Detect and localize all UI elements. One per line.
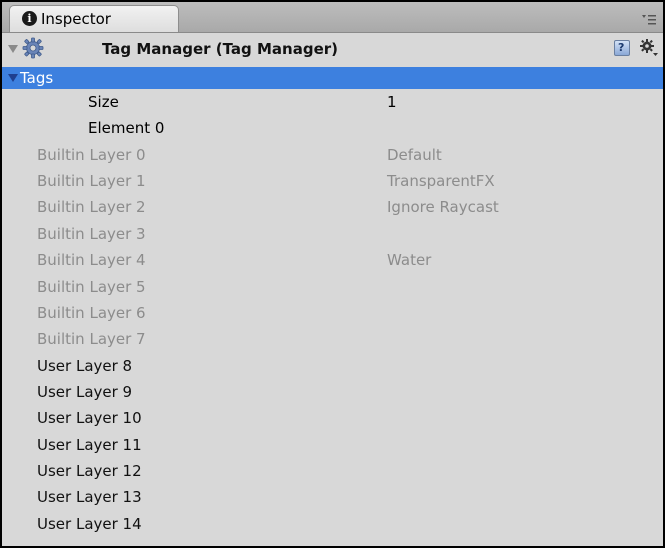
foldout-arrow-icon[interactable] [8,45,18,53]
tags-size-field[interactable]: 1 [387,89,397,115]
tags-label: Tags [20,69,54,87]
layer-value: Water [387,251,432,269]
layer-label: User Layer 14 [37,515,142,533]
tags-element-label: Element 0 [88,119,165,137]
layer-label: Builtin Layer 7 [37,330,146,348]
settings-gear-icon[interactable] [639,38,659,58]
tags-element-row[interactable]: Element 0 [2,115,663,141]
layer-label: User Layer 8 [37,357,133,375]
layer-row[interactable]: User Layer 12 [2,458,663,484]
layer-label: User Layer 10 [37,409,142,427]
tab-menu-icon[interactable] [641,12,657,26]
layer-row[interactable]: User Layer 14 [2,511,663,537]
layer-row: Builtin Layer 7 [2,326,663,352]
layer-row[interactable]: User Layer 9 [2,379,663,405]
layer-label: User Layer 12 [37,462,142,480]
layer-row[interactable]: User Layer 10 [2,405,663,431]
layer-label: User Layer 11 [37,436,142,454]
layer-label: Builtin Layer 2 [37,198,146,216]
tags-foldout-arrow-icon[interactable] [8,74,18,82]
tags-foldout[interactable]: Tags [2,67,663,89]
layer-row: Builtin Layer 1 TransparentFX [2,168,663,194]
layer-row[interactable]: User Layer 11 [2,432,663,458]
inspector-window: i Inspector Tag Manager (Tag Manager) ? … [0,0,665,548]
layer-row: Builtin Layer 4 Water [2,247,663,273]
layer-label: Builtin Layer 6 [37,304,146,322]
layer-row: Builtin Layer 6 [2,300,663,326]
layer-value: TransparentFX [387,172,495,190]
gear-icon [22,37,44,59]
tab-inspector-label: Inspector [41,10,111,28]
component-title: Tag Manager (Tag Manager) [102,40,339,58]
layer-label: Builtin Layer 1 [37,172,146,190]
layer-row: Builtin Layer 2 Ignore Raycast [2,194,663,220]
layer-row: Builtin Layer 0 Default [2,142,663,168]
layer-label: Builtin Layer 5 [37,278,146,296]
layer-value: Ignore Raycast [387,198,499,216]
layer-label: User Layer 9 [37,383,133,401]
tab-bar: i Inspector [2,2,663,33]
layer-row: Builtin Layer 3 [2,221,663,247]
info-icon: i [22,11,37,26]
help-icon[interactable] [614,40,630,56]
layer-label: User Layer 13 [37,488,142,506]
tab-inspector[interactable]: i Inspector [9,5,179,32]
layer-label: Builtin Layer 0 [37,146,146,164]
component-header[interactable]: Tag Manager (Tag Manager) [2,33,663,67]
layer-row[interactable]: User Layer 13 [2,484,663,510]
tags-size-label: Size [88,93,119,111]
tags-size-row[interactable]: Size 1 [2,89,663,115]
layer-label: Builtin Layer 4 [37,251,146,269]
layer-label: Builtin Layer 3 [37,225,146,243]
layer-value: Default [387,146,442,164]
layer-row: Builtin Layer 5 [2,274,663,300]
layer-row[interactable]: User Layer 8 [2,353,663,379]
